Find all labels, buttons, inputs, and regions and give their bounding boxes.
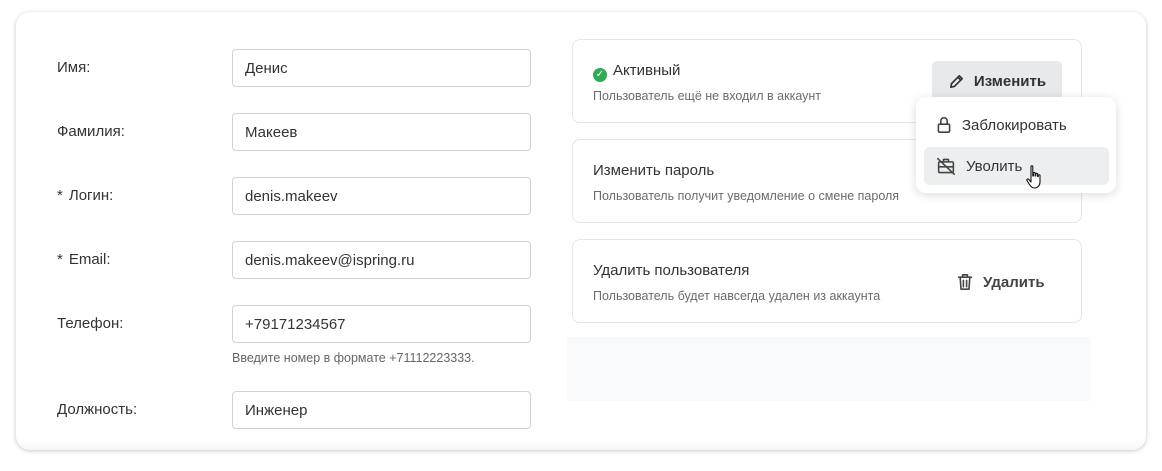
phone-hint: Введите номер в формате +71112223333.: [232, 351, 475, 365]
delete-title: Удалить пользователя: [593, 262, 750, 279]
hand-cursor-icon: [1026, 165, 1041, 189]
empty-section: [567, 337, 1091, 401]
password-subtitle: Пользователь получит уведомление о смене…: [593, 189, 900, 203]
password-title: Изменить пароль: [593, 162, 715, 179]
last-name-input[interactable]: [232, 113, 531, 151]
bottom-shade: [16, 440, 1146, 450]
menu-item-block-label: Заблокировать: [962, 116, 1067, 134]
email-input[interactable]: [232, 241, 531, 279]
first-name-label: Имя:: [57, 59, 91, 76]
login-input[interactable]: [232, 177, 531, 215]
phone-label: Телефон:: [57, 315, 124, 332]
pencil-icon: [949, 74, 963, 88]
check-circle-icon: ✓: [593, 68, 607, 82]
required-marker: *: [57, 187, 63, 204]
position-label: Должность:: [57, 401, 138, 418]
last-name-row: Фамилия:: [16, 113, 576, 153]
delete-button[interactable]: Удалить: [957, 268, 1045, 296]
status-text: Активный: [613, 62, 681, 79]
trash-icon: [957, 274, 973, 290]
position-row: Должность:: [16, 391, 576, 431]
delete-panel: Удалить пользователя Пользователь будет …: [572, 239, 1082, 323]
email-label-wrap: * Email:: [57, 251, 111, 268]
status-line: ✓ Активный: [593, 62, 680, 82]
status-subtitle: Пользователь ещё не входил в аккаунт: [593, 89, 822, 103]
first-name-row: Имя:: [16, 49, 576, 89]
menu-item-dismiss-label: Уволить: [966, 157, 1023, 175]
login-label: Логин:: [68, 187, 114, 204]
email-label: Email:: [68, 251, 111, 268]
edit-button[interactable]: Изменить: [932, 61, 1062, 101]
position-input[interactable]: [232, 391, 531, 429]
required-marker: *: [57, 251, 63, 268]
lock-icon: [937, 117, 951, 133]
actions-dropdown: Заблокировать Уволить: [916, 97, 1116, 193]
last-name-label: Фамилия:: [57, 123, 125, 140]
phone-row: Телефон: Введите номер в формате +711122…: [16, 305, 576, 375]
delete-button-label: Удалить: [983, 273, 1045, 291]
menu-item-dismiss[interactable]: Уволить: [924, 147, 1109, 185]
first-name-input[interactable]: [232, 49, 531, 87]
user-profile-card: Имя: Фамилия: * Логин: * Email: Телефон: В…: [16, 12, 1146, 450]
delete-subtitle: Пользователь будет навсегда удален из ак…: [593, 289, 881, 303]
edit-button-label: Изменить: [973, 72, 1047, 90]
login-row: * Логин:: [16, 177, 576, 217]
dismiss-briefcase-icon: [937, 157, 955, 175]
menu-item-block[interactable]: Заблокировать: [924, 106, 1109, 144]
phone-input[interactable]: [232, 305, 531, 343]
email-row: * Email:: [16, 241, 576, 281]
login-label-wrap: * Логин:: [57, 187, 113, 204]
